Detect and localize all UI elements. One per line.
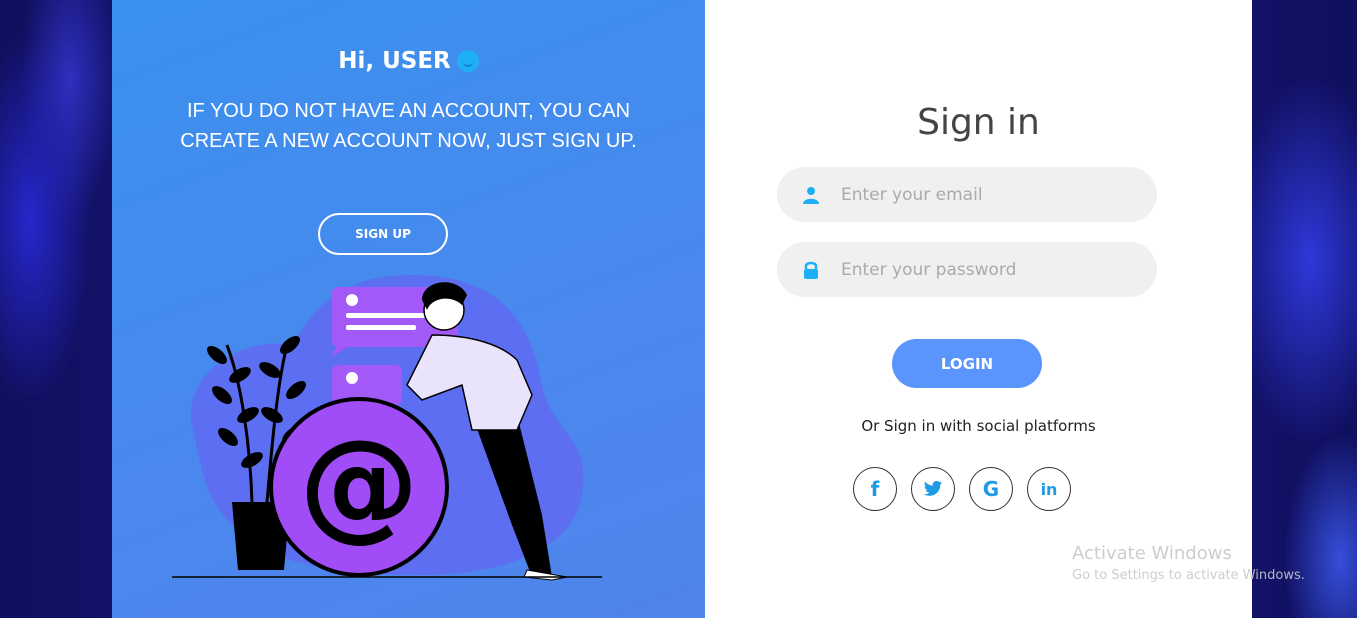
email-field[interactable] [777, 167, 1157, 222]
password-input[interactable] [839, 258, 1133, 281]
google-icon: G [982, 477, 1000, 501]
facebook-button[interactable]: f [853, 467, 897, 511]
social-buttons: f G in [853, 467, 1071, 511]
auth-card: Hi, USER IF YOU DO NOT HAVE AN ACCOUNT, … [112, 0, 1252, 618]
activation-watermark: Activate Windows Go to Settings to activ… [1072, 543, 1305, 583]
twitter-icon [923, 480, 943, 496]
greeting: Hi, USER [112, 48, 705, 74]
signup-blurb: IF YOU DO NOT HAVE AN ACCOUNT, YOU CAN C… [180, 100, 637, 152]
signup-button[interactable]: SIGN UP [318, 213, 448, 255]
signup-panel: Hi, USER IF YOU DO NOT HAVE AN ACCOUNT, … [112, 0, 705, 618]
at-symbol-ball: @ [269, 397, 449, 577]
watermark-subtitle: Go to Settings to activate Windows. [1072, 568, 1305, 583]
smile-icon [456, 50, 479, 72]
signin-panel: Sign in LOGIN Or Sign in with social pla… [705, 0, 1252, 618]
signin-title: Sign in [917, 102, 1040, 143]
password-field[interactable] [777, 242, 1157, 297]
greeting-text: Hi, USER [338, 48, 451, 74]
illustration: @ [172, 275, 602, 581]
linkedin-icon: in [1040, 479, 1058, 499]
linkedin-button[interactable]: in [1027, 467, 1071, 511]
svg-text:@: @ [299, 415, 419, 554]
facebook-icon: f [870, 477, 880, 501]
social-login-text: Or Sign in with social platforms [861, 417, 1096, 435]
twitter-button[interactable] [911, 467, 955, 511]
user-icon [799, 183, 823, 207]
lock-icon [799, 258, 823, 282]
watermark-title: Activate Windows [1072, 543, 1232, 564]
google-button[interactable]: G [969, 467, 1013, 511]
email-input[interactable] [839, 183, 1133, 206]
login-button[interactable]: LOGIN [892, 339, 1042, 388]
